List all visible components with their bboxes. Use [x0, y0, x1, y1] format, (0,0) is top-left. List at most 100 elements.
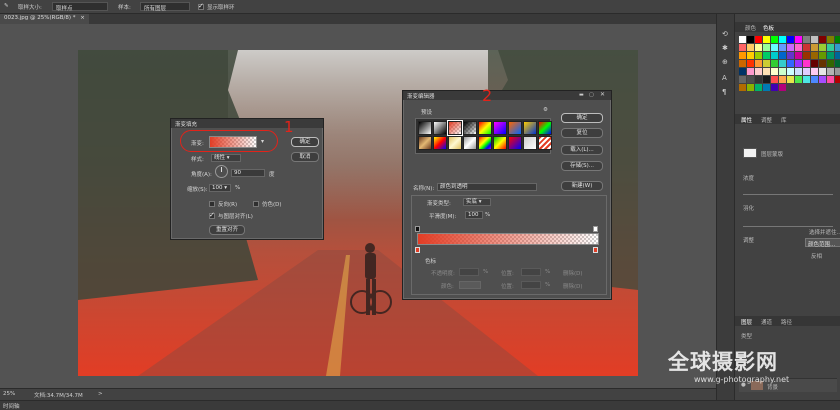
- swatch[interactable]: [739, 76, 746, 83]
- stop-opacity-field[interactable]: [459, 268, 479, 276]
- character-icon[interactable]: A: [722, 74, 727, 82]
- swatch[interactable]: [827, 36, 834, 43]
- gradient-preset[interactable]: [538, 121, 552, 135]
- gradient-preset[interactable]: [448, 136, 462, 150]
- close-icon[interactable]: ✕: [600, 91, 605, 98]
- mask-thumbnail[interactable]: [743, 148, 757, 158]
- swatch[interactable]: [795, 60, 802, 67]
- angle-field[interactable]: 90: [231, 169, 265, 177]
- zoom-level[interactable]: 25%: [3, 391, 15, 397]
- timeline-label[interactable]: 时间轴: [3, 402, 20, 410]
- swatch[interactable]: [835, 76, 840, 83]
- swatch[interactable]: [747, 76, 754, 83]
- swatch[interactable]: [811, 52, 818, 59]
- swatch[interactable]: [811, 36, 818, 43]
- swatch[interactable]: [739, 60, 746, 67]
- gradient-preset[interactable]: [478, 136, 492, 150]
- gradient-preset[interactable]: [418, 121, 432, 135]
- reverse-checkbox[interactable]: [209, 201, 215, 207]
- swatch[interactable]: [795, 44, 802, 51]
- swatch[interactable]: [739, 44, 746, 51]
- tab-libraries[interactable]: 库: [781, 116, 787, 124]
- tab-color[interactable]: 颜色: [745, 24, 756, 32]
- swatch[interactable]: [827, 76, 834, 83]
- gradient-preset[interactable]: [463, 136, 477, 150]
- load-button[interactable]: 载入(L)...: [561, 145, 603, 155]
- stop-color-swatch[interactable]: [459, 281, 481, 289]
- swatch[interactable]: [771, 76, 778, 83]
- gear-icon[interactable]: ⚙: [543, 107, 548, 113]
- swatch[interactable]: [747, 68, 754, 75]
- swatch[interactable]: [739, 36, 746, 43]
- swatch[interactable]: [819, 52, 826, 59]
- swatch[interactable]: [787, 68, 794, 75]
- swatch[interactable]: [803, 36, 810, 43]
- gradient-preset[interactable]: [493, 136, 507, 150]
- swatch[interactable]: [811, 60, 818, 67]
- swatch[interactable]: [771, 44, 778, 51]
- swatch[interactable]: [747, 60, 754, 67]
- gradient-preset[interactable]: [463, 121, 477, 135]
- swatch[interactable]: [763, 84, 770, 91]
- swatch[interactable]: [763, 76, 770, 83]
- swatch[interactable]: [779, 60, 786, 67]
- fill-cancel-button[interactable]: 取消: [291, 152, 319, 162]
- stop-location-field[interactable]: [521, 268, 541, 276]
- swatch[interactable]: [795, 76, 802, 83]
- swatch[interactable]: [779, 52, 786, 59]
- gradient-preset[interactable]: [493, 121, 507, 135]
- swatch[interactable]: [747, 36, 754, 43]
- swatch[interactable]: [787, 44, 794, 51]
- swatch[interactable]: [827, 44, 834, 51]
- swatch[interactable]: [811, 44, 818, 51]
- swatch[interactable]: [835, 36, 840, 43]
- swatch[interactable]: [771, 60, 778, 67]
- swatch[interactable]: [811, 68, 818, 75]
- swatch[interactable]: [803, 60, 810, 67]
- swatch[interactable]: [755, 76, 762, 83]
- swatch[interactable]: [771, 52, 778, 59]
- dither-checkbox[interactable]: [253, 201, 259, 207]
- swatch[interactable]: [779, 68, 786, 75]
- swatch[interactable]: [771, 36, 778, 43]
- stop-color-location-field[interactable]: [521, 281, 541, 289]
- gradient-preset[interactable]: [523, 136, 537, 150]
- tab-channels[interactable]: 通道: [761, 318, 772, 326]
- opacity-stop-right[interactable]: [593, 226, 598, 232]
- swatch[interactable]: [747, 44, 754, 51]
- sample-size-select[interactable]: 取样点: [52, 2, 108, 12]
- swatch[interactable]: [779, 44, 786, 51]
- paragraph-icon[interactable]: ¶: [722, 88, 726, 96]
- scale-field[interactable]: 100 ▾: [209, 184, 231, 192]
- gradient-preset[interactable]: [508, 121, 522, 135]
- swatch[interactable]: [787, 52, 794, 59]
- color-stop-left[interactable]: [415, 247, 420, 253]
- opacity-stop-left[interactable]: [415, 226, 420, 232]
- swatch[interactable]: [779, 76, 786, 83]
- editor-ok-button[interactable]: 确定: [561, 113, 603, 123]
- style-select[interactable]: 线性 ▾: [211, 154, 241, 162]
- gradient-preset[interactable]: [433, 121, 447, 135]
- swatch[interactable]: [803, 68, 810, 75]
- swatch[interactable]: [755, 60, 762, 67]
- swatch[interactable]: [811, 76, 818, 83]
- gradient-preset[interactable]: [433, 136, 447, 150]
- gradient-preset[interactable]: [447, 120, 463, 136]
- angle-dial[interactable]: [215, 165, 228, 178]
- swatch[interactable]: [771, 84, 778, 91]
- close-icon[interactable]: ×: [80, 15, 85, 21]
- save-button[interactable]: 存储(S)...: [561, 161, 603, 171]
- stop-color-delete-label[interactable]: 删除(D): [563, 282, 583, 290]
- editor-reset-button[interactable]: 复位: [561, 128, 603, 138]
- clone-source-icon[interactable]: ⊕: [722, 58, 728, 66]
- swatch[interactable]: [795, 68, 802, 75]
- smoothness-field[interactable]: 100: [465, 211, 483, 219]
- swatch[interactable]: [803, 52, 810, 59]
- swatch[interactable]: [739, 52, 746, 59]
- brush-settings-icon[interactable]: ✱: [722, 44, 728, 52]
- maximize-icon[interactable]: ▢: [589, 92, 594, 98]
- swatch[interactable]: [819, 76, 826, 83]
- swatch[interactable]: [763, 68, 770, 75]
- chevron-right-icon[interactable]: >: [98, 391, 103, 397]
- swatch[interactable]: [755, 36, 762, 43]
